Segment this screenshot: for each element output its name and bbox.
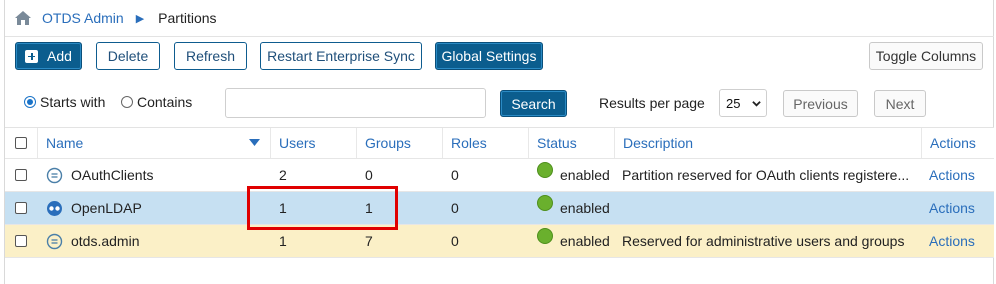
row-select-cell [15, 225, 38, 257]
column-header-users[interactable]: Users [271, 128, 357, 158]
status-label: enabled [560, 233, 610, 249]
column-header-name[interactable]: Name [38, 128, 271, 158]
home-icon[interactable] [14, 10, 32, 26]
status-cell: enabled [537, 225, 615, 257]
partition-name: otds.admin [71, 233, 140, 249]
toggle-columns-button[interactable]: Toggle Columns [869, 42, 983, 70]
status-enabled-icon [537, 195, 553, 211]
search-button[interactable]: Search [500, 90, 567, 117]
refresh-button[interactable]: Refresh [174, 42, 247, 70]
add-button-label: Add [47, 48, 72, 64]
partition-name: OAuthClients [71, 167, 154, 183]
name-cell[interactable]: OAuthClients [46, 159, 271, 191]
search-input[interactable] [225, 88, 486, 118]
highlight-annotation-box [247, 186, 398, 230]
status-cell: enabled [537, 192, 615, 224]
next-button[interactable]: Next [874, 90, 926, 117]
description-cell: Reserved for administrative users and gr… [622, 233, 905, 249]
previous-button[interactable]: Previous [783, 90, 858, 117]
select-all-cell [5, 128, 38, 158]
table-header-row: Name Users Groups Roles Status Descripti… [5, 127, 994, 159]
status-label: enabled [560, 167, 610, 183]
breadcrumb: OTDS Admin ▶ Partitions [14, 0, 217, 36]
global-settings-button[interactable]: Global Settings [435, 42, 543, 70]
description-cell: Partition reserved for OAuth clients reg… [622, 167, 910, 183]
row-actions-link[interactable]: Actions [929, 225, 991, 257]
header-divider [5, 36, 994, 37]
name-cell[interactable]: otds.admin [46, 225, 271, 257]
breadcrumb-current: Partitions [158, 10, 217, 26]
results-per-page-value: 25 [726, 95, 741, 111]
table-row[interactable]: OpenLDAP 1 1 0 enabled Actions [5, 192, 994, 225]
row-actions-link[interactable]: Actions [929, 159, 991, 191]
row-actions-link[interactable]: Actions [929, 192, 991, 224]
status-label: enabled [560, 200, 610, 216]
status-enabled-icon [537, 162, 553, 178]
description-cell [622, 192, 920, 224]
status-enabled-icon [537, 228, 553, 244]
plus-icon [25, 49, 39, 63]
row-checkbox[interactable] [15, 169, 27, 181]
row-checkbox[interactable] [15, 235, 27, 247]
synced-partition-icon [47, 200, 62, 216]
table-row[interactable]: OAuthClients 2 0 0 enabled Partition res… [5, 159, 994, 192]
starts-with-label: Starts with [40, 94, 106, 110]
column-header-description[interactable]: Description [615, 128, 922, 158]
contains-radio[interactable] [121, 96, 133, 108]
select-all-checkbox[interactable] [15, 137, 27, 149]
sort-descending-icon[interactable] [249, 139, 260, 147]
row-select-cell [15, 159, 38, 191]
row-select-cell [15, 192, 38, 224]
column-header-actions: Actions [930, 135, 976, 151]
roles-cell: 0 [451, 200, 459, 216]
column-header-roles[interactable]: Roles [443, 128, 529, 158]
partition-name: OpenLDAP [71, 200, 142, 216]
breadcrumb-otds-admin[interactable]: OTDS Admin [42, 10, 124, 26]
restart-enterprise-sync-button[interactable]: Restart Enterprise Sync [260, 42, 422, 70]
results-per-page-select[interactable]: 25 [719, 89, 767, 117]
contains-option[interactable]: Contains [121, 94, 192, 110]
status-cell: enabled [537, 159, 615, 191]
roles-cell: 0 [451, 167, 459, 183]
add-button[interactable]: Add [15, 42, 82, 70]
chevron-down-icon [752, 101, 761, 107]
partition-icon [46, 167, 63, 183]
partition-icon [46, 233, 63, 249]
starts-with-option[interactable]: Starts with [24, 94, 105, 110]
column-header-name-label: Name [46, 135, 84, 151]
row-checkbox[interactable] [15, 202, 27, 214]
name-cell[interactable]: OpenLDAP [46, 192, 271, 224]
roles-cell: 0 [451, 233, 459, 249]
column-header-status[interactable]: Status [529, 128, 615, 158]
breadcrumb-separator-icon: ▶ [135, 12, 145, 25]
starts-with-radio[interactable] [24, 96, 36, 108]
contains-label: Contains [137, 94, 193, 110]
column-header-groups[interactable]: Groups [357, 128, 443, 158]
table-row[interactable]: otds.admin 1 7 0 enabled Reserved for ad… [5, 225, 994, 258]
results-per-page-label: Results per page [599, 95, 705, 111]
delete-button[interactable]: Delete [96, 42, 160, 70]
